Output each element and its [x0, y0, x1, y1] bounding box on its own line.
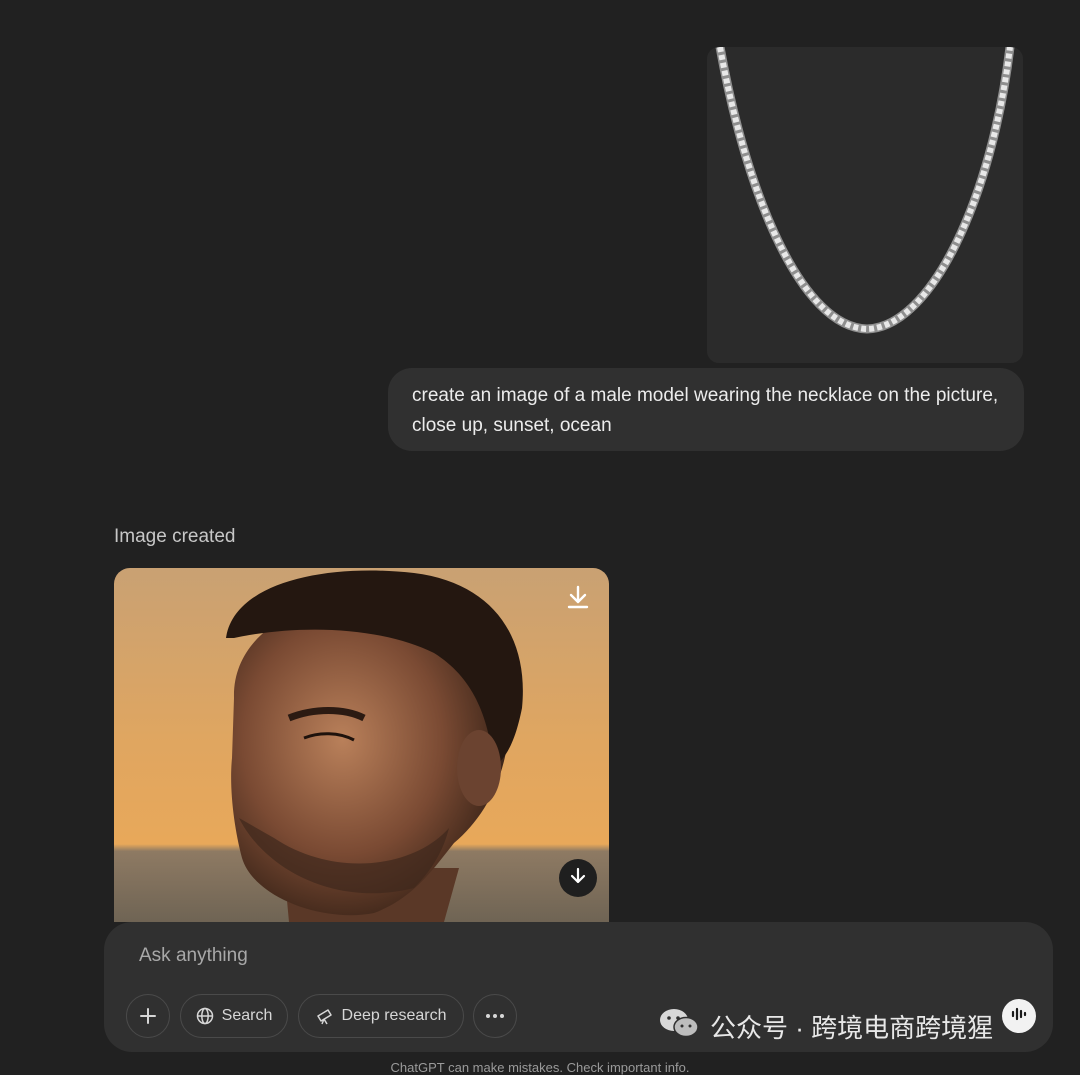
deep-research-button[interactable]: Deep research	[298, 994, 464, 1038]
globe-icon	[196, 1007, 214, 1025]
image-created-label: Image created	[114, 526, 236, 547]
user-message-bubble: create an image of a male model wearing …	[388, 368, 1024, 451]
watermark-text: 公众号 · 跨境电商跨境猩	[710, 1013, 994, 1043]
uploaded-necklace-image[interactable]	[707, 47, 1023, 363]
generated-image[interactable]	[114, 568, 609, 922]
more-options-button[interactable]	[473, 994, 517, 1038]
deep-research-label: Deep research	[341, 1007, 447, 1024]
wechat-icon	[658, 1006, 700, 1047]
add-attachment-button[interactable]	[126, 994, 170, 1038]
download-icon	[567, 585, 589, 614]
search-button[interactable]: Search	[180, 994, 288, 1038]
download-button[interactable]	[562, 583, 594, 615]
composer-input[interactable]: Ask anything	[139, 945, 248, 967]
plus-icon	[139, 1007, 157, 1025]
ellipsis-icon	[485, 1013, 505, 1019]
telescope-icon	[316, 1007, 334, 1025]
arrow-down-icon	[569, 867, 587, 890]
watermark: 公众号 · 跨境电商跨境猩	[658, 1006, 993, 1047]
scroll-down-button[interactable]	[559, 859, 597, 897]
voice-mode-button[interactable]	[1002, 999, 1036, 1033]
search-label: Search	[221, 1007, 273, 1024]
voice-mode-icon	[1010, 1005, 1028, 1028]
